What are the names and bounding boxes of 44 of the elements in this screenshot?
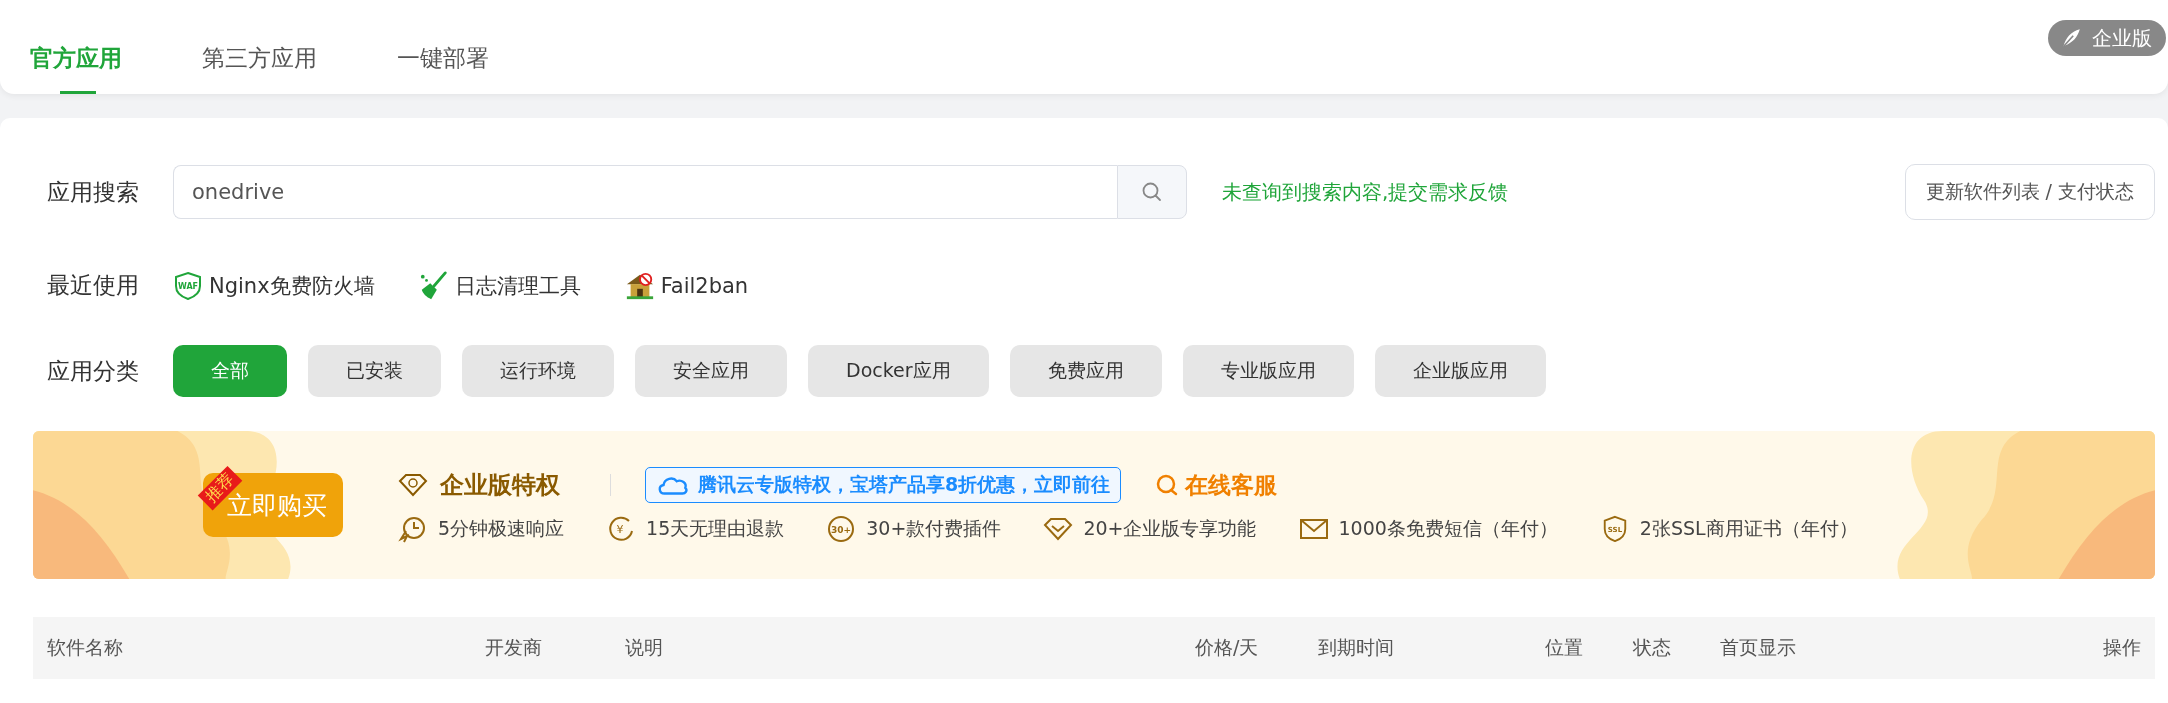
- category-button[interactable]: 免费应用: [1009, 345, 1162, 397]
- feature-label: 5分钟极速响应: [438, 516, 565, 541]
- enterprise-title: 企业版特权: [440, 470, 560, 501]
- category-button[interactable]: 已安装: [308, 345, 441, 397]
- recent-app-link[interactable]: WAF Nginx免费防火墙: [173, 270, 375, 301]
- column-header[interactable]: 状态: [1633, 635, 1720, 661]
- feature-label: 2张SSL商用证书（年付）: [1639, 516, 1858, 541]
- feature-label: 1000条免费短信（年付）: [1338, 516, 1558, 541]
- category-button[interactable]: Docker应用: [808, 345, 989, 397]
- broom-icon: [418, 270, 449, 301]
- clock-icon: [398, 515, 428, 543]
- column-header[interactable]: 操作: [2103, 635, 2141, 661]
- category-button[interactable]: 安全应用: [635, 345, 787, 397]
- diamond-icon: [398, 471, 428, 499]
- search-field[interactable]: onedrive: [173, 165, 1117, 219]
- category-button[interactable]: 运行环境: [462, 345, 614, 397]
- column-header[interactable]: 说明: [625, 635, 1195, 661]
- column-header[interactable]: 价格/天: [1195, 635, 1318, 661]
- house-icon: [624, 270, 655, 301]
- column-header[interactable]: 位置: [1545, 635, 1633, 661]
- recent-app-link[interactable]: Fail2ban: [624, 270, 749, 301]
- feature-label: 20+企业版专享功能: [1083, 516, 1257, 541]
- search-icon: [1140, 180, 1164, 204]
- category-button[interactable]: 专业版应用: [1182, 345, 1354, 397]
- plugin-count-icon: 30+: [826, 515, 857, 543]
- search-button[interactable]: [1117, 165, 1187, 219]
- diamond-icon: [1043, 515, 1074, 543]
- recent-app-link[interactable]: 日志清理工具: [418, 270, 581, 301]
- feature-label: 15天无理由退款: [646, 516, 785, 541]
- shield-icon: WAF: [173, 270, 203, 301]
- category-button[interactable]: 企业版应用: [1374, 345, 1546, 397]
- search-label: 应用搜索: [46, 177, 140, 207]
- column-header[interactable]: 软件名称: [47, 635, 485, 661]
- edition-badge[interactable]: 企业版: [2048, 20, 2166, 56]
- category-label: 应用分类: [46, 356, 140, 386]
- leaf-icon: [2060, 27, 2082, 49]
- column-header[interactable]: 开发商: [485, 635, 625, 661]
- tab[interactable]: 第三方应用: [202, 0, 317, 94]
- recent-label: 最近使用: [46, 271, 140, 300]
- column-header[interactable]: 首页显示: [1720, 635, 2020, 661]
- column-header[interactable]: 到期时间: [1318, 635, 1545, 661]
- tab[interactable]: 一键部署: [397, 0, 489, 94]
- feature-label: 30+款付费插件: [866, 516, 1002, 541]
- update-list-button[interactable]: 更新软件列表 / 支付状态: [1904, 164, 2155, 220]
